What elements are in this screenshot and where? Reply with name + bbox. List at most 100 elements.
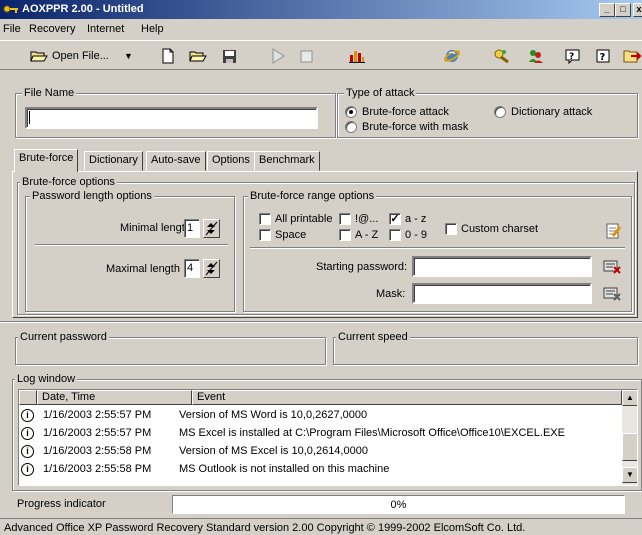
check-lowercase[interactable]: ✓ a - z: [389, 213, 426, 225]
section-divider: [0, 321, 642, 323]
scroll-down-button[interactable]: ▼: [622, 467, 637, 483]
password-length-label: Password length options: [30, 190, 154, 202]
check-custom-charset-box[interactable]: [445, 223, 457, 235]
check-custom-charset[interactable]: Custom charset: [445, 223, 538, 235]
radio-brute-force-mask-indicator[interactable]: [345, 121, 357, 133]
log-row[interactable]: i 1/16/2003 2:55:58 PM Version of MS Exc…: [19, 444, 619, 460]
save-icon[interactable]: [222, 46, 237, 66]
tab-options[interactable]: Options: [207, 151, 255, 171]
info-icon: i: [21, 427, 34, 440]
open-file-button[interactable]: Open File...: [30, 46, 109, 66]
internet-icon[interactable]: [443, 46, 461, 66]
log-row[interactable]: i 1/16/2003 2:55:57 PM MS Excel is insta…: [19, 426, 619, 442]
close-button[interactable]: x: [633, 3, 642, 17]
tab-benchmark[interactable]: Benchmark: [254, 151, 320, 171]
check-digits[interactable]: 0 - 9: [389, 229, 427, 241]
file-name-label: File Name: [22, 87, 77, 99]
starting-password-clear-button[interactable]: [603, 259, 621, 277]
check-uppercase-label: A - Z: [355, 229, 379, 241]
menu-file[interactable]: File: [3, 23, 21, 35]
attack-type-label: Type of attack: [344, 87, 417, 99]
users-icon[interactable]: [527, 46, 545, 66]
edit-charset-button[interactable]: [604, 222, 622, 243]
menu-internet[interactable]: Internet: [87, 23, 124, 35]
new-file-icon[interactable]: [161, 46, 175, 66]
maximal-length-input[interactable]: 4: [184, 259, 200, 278]
progress-label: Progress indicator: [17, 498, 106, 510]
menu-recovery[interactable]: Recovery: [29, 23, 75, 35]
toolbar: Open File... ▼ ? ?: [0, 40, 642, 70]
tab-auto-save[interactable]: Auto-save: [146, 151, 206, 171]
log-event: MS Outlook is not installed on this mach…: [179, 463, 390, 475]
mask-label: Mask:: [376, 288, 406, 300]
scroll-up-button[interactable]: ▲: [622, 390, 637, 406]
file-name-input[interactable]: [25, 107, 318, 129]
mask-input[interactable]: [412, 283, 592, 304]
log-column-event[interactable]: Event: [192, 390, 622, 405]
check-all-printable-box[interactable]: [259, 213, 271, 225]
help-tips-icon[interactable]: ?: [565, 46, 581, 66]
length-divider: [35, 244, 228, 246]
check-space[interactable]: Space: [259, 229, 306, 241]
radio-dictionary[interactable]: Dictionary attack: [494, 106, 592, 118]
check-uppercase-box[interactable]: [339, 229, 351, 241]
log-window-label: Log window: [15, 373, 78, 385]
open-folder-icon[interactable]: [189, 46, 207, 66]
edit-charset-icon: [606, 223, 622, 239]
progress-text: 0%: [390, 499, 407, 511]
check-special-chars[interactable]: !@...: [339, 213, 378, 225]
range-divider: [250, 247, 625, 249]
maximal-length-spinner[interactable]: [203, 259, 220, 278]
log-event: MS Excel is installed at C:\Program File…: [179, 427, 565, 439]
log-row[interactable]: i 1/16/2003 2:55:57 PM Version of MS Wor…: [19, 408, 619, 424]
mask-clear-button[interactable]: [603, 286, 621, 304]
minimal-length-input[interactable]: 1: [184, 219, 200, 238]
scroll-thumb[interactable]: [622, 433, 637, 461]
radio-brute-force-mask[interactable]: Brute-force with mask: [345, 121, 468, 133]
check-custom-charset-label: Custom charset: [461, 223, 539, 235]
log-time: 1/16/2003 2:55:58 PM: [43, 445, 152, 457]
open-file-label: Open File...: [52, 50, 109, 62]
tab-brute-force[interactable]: Brute-force: [14, 149, 79, 172]
check-special-chars-box[interactable]: [339, 213, 351, 225]
info-icon: i: [21, 463, 34, 476]
check-all-printable[interactable]: All printable: [259, 213, 332, 225]
benchmark-chart-icon[interactable]: [348, 46, 366, 66]
log-icon-column-header[interactable]: [19, 390, 37, 405]
log-scrollbar[interactable]: ▲ ▼: [622, 390, 637, 485]
starting-password-input[interactable]: [412, 256, 592, 277]
radio-dictionary-label: Dictionary attack: [511, 106, 593, 118]
spinner-arrows-icon: [205, 261, 218, 276]
menu-bar: File Recovery Internet Help: [0, 20, 642, 39]
menu-help[interactable]: Help: [141, 23, 164, 35]
check-space-box[interactable]: [259, 229, 271, 241]
window-title: AOXPPR 2.00 - Untitled: [22, 3, 144, 15]
status-bar: Advanced Office XP Password Recovery Sta…: [0, 518, 642, 535]
check-lowercase-label: a - z: [405, 213, 427, 225]
stop-icon[interactable]: [300, 46, 313, 66]
app-key-icon: [3, 5, 18, 13]
check-digits-box[interactable]: [389, 229, 401, 241]
log-column-date[interactable]: Date, Time: [37, 390, 192, 405]
minimize-button[interactable]: _: [599, 3, 615, 17]
check-uppercase[interactable]: A - Z: [339, 229, 378, 241]
current-speed-label: Current speed: [336, 331, 410, 343]
info-icon: i: [21, 409, 34, 422]
minimal-length-spinner[interactable]: [203, 219, 220, 238]
open-dropdown-icon[interactable]: ▼: [124, 46, 133, 66]
check-lowercase-box[interactable]: ✓: [389, 213, 401, 225]
help-icon[interactable]: ?: [596, 46, 610, 66]
exit-icon[interactable]: [623, 46, 642, 66]
open-folder-icon: [30, 51, 48, 62]
maximize-button[interactable]: □: [615, 3, 631, 17]
log-list[interactable]: Date, Time Event i 1/16/2003 2:55:57 PM …: [18, 389, 638, 486]
start-icon[interactable]: [271, 46, 285, 66]
tab-dictionary[interactable]: Dictionary: [84, 151, 143, 171]
radio-brute-force[interactable]: Brute-force attack: [345, 106, 449, 118]
log-event: Version of MS Word is 10,0,2627,0000: [179, 409, 368, 421]
radio-brute-force-indicator[interactable]: [345, 106, 357, 118]
title-bar[interactable]: AOXPPR 2.00 - Untitled _ □ x: [0, 0, 642, 19]
radio-dictionary-indicator[interactable]: [494, 106, 506, 118]
search-key-icon[interactable]: [493, 46, 511, 66]
log-row[interactable]: i 1/16/2003 2:55:58 PM MS Outlook is not…: [19, 462, 619, 478]
